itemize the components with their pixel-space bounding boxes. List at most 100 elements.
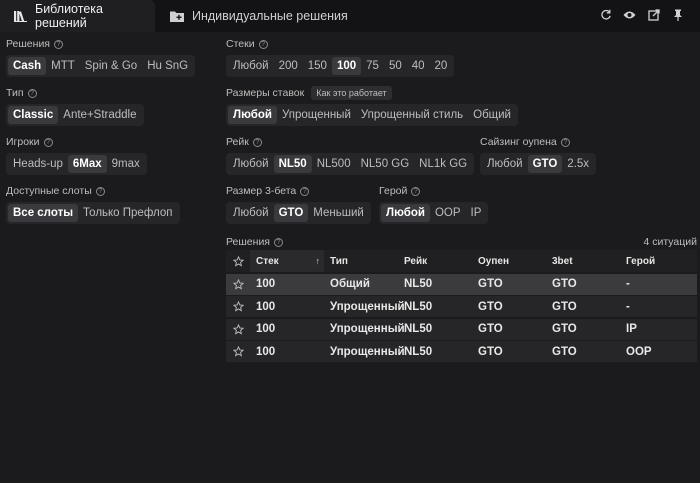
column-header-3bet[interactable]: 3bet bbox=[546, 256, 620, 267]
filter-type: Тип? Classic Ante+Straddle bbox=[6, 87, 144, 126]
help-icon[interactable]: ? bbox=[300, 186, 310, 196]
column-header-rake[interactable]: Рейк bbox=[398, 256, 472, 267]
filter-players: Игроки? Heads-up 6Max 9max bbox=[6, 136, 147, 175]
stacks-segmented-control: Любой 200 150 100 75 50 40 20 bbox=[226, 55, 455, 77]
option-mtt[interactable]: MTT bbox=[46, 57, 80, 75]
star-icon[interactable] bbox=[226, 255, 250, 267]
help-icon[interactable]: ? bbox=[274, 237, 283, 247]
cell-rake: NL50 bbox=[404, 278, 433, 290]
column-header-type[interactable]: Тип bbox=[324, 256, 398, 267]
help-icon[interactable]: ? bbox=[43, 137, 53, 147]
option-200[interactable]: 200 bbox=[274, 57, 303, 75]
star-icon[interactable] bbox=[226, 346, 250, 357]
table-row[interactable]: 100 Упрощенный NL50 GTO GTO - bbox=[226, 296, 697, 317]
filter-label: Герой bbox=[379, 185, 408, 197]
tab-label: Библиотека решений bbox=[35, 2, 103, 30]
option-100[interactable]: 100 bbox=[331, 57, 362, 75]
option-nl500[interactable]: NL500 bbox=[312, 155, 356, 173]
help-icon[interactable]: ? bbox=[252, 137, 262, 147]
column-header-open[interactable]: Оупен bbox=[472, 256, 546, 267]
cell-open: GTO bbox=[478, 278, 503, 290]
star-icon[interactable] bbox=[226, 323, 250, 335]
option-6max[interactable]: 6Max bbox=[67, 155, 107, 173]
option-2-5x[interactable]: 2.5x bbox=[562, 155, 594, 173]
option-any[interactable]: Любой bbox=[228, 155, 274, 173]
option-any[interactable]: Любой bbox=[228, 106, 277, 124]
cell-open: GTO bbox=[478, 300, 503, 313]
option-9max[interactable]: 9max bbox=[107, 155, 145, 173]
option-any[interactable]: Любой bbox=[381, 204, 430, 222]
option-spin-go[interactable]: Spin & Go bbox=[80, 57, 142, 75]
help-icon[interactable]: ? bbox=[27, 88, 37, 98]
option-heads-up[interactable]: Heads-up bbox=[8, 155, 68, 173]
tab-solution-library[interactable]: Библиотека решений bbox=[0, 0, 155, 32]
pin-icon[interactable] bbox=[671, 8, 684, 22]
cell-open: GTO bbox=[478, 345, 503, 358]
filter-label: Сайзинг оупена bbox=[480, 136, 557, 148]
star-icon[interactable] bbox=[226, 301, 250, 312]
option-hu-sng[interactable]: Hu SnG bbox=[142, 57, 193, 75]
filter-label: Рейк bbox=[226, 136, 249, 148]
help-icon[interactable]: ? bbox=[411, 186, 421, 196]
option-classic[interactable]: Classic bbox=[8, 106, 59, 124]
table-row[interactable]: 100 Упрощенный NL50 GTO GTO OOP bbox=[226, 341, 697, 362]
option-general[interactable]: Общий bbox=[468, 106, 516, 124]
refresh-icon[interactable] bbox=[599, 8, 612, 22]
option-nl1k-gg[interactable]: NL1k GG bbox=[414, 155, 472, 173]
library-icon bbox=[14, 10, 27, 22]
column-header-hero[interactable]: Герой bbox=[620, 256, 697, 267]
table-row[interactable]: 100 Упрощенный NL50 GTO GTO IP bbox=[226, 318, 697, 340]
help-icon[interactable]: ? bbox=[258, 39, 268, 49]
option-simplified-style[interactable]: Упрощенный стиль bbox=[356, 106, 468, 124]
cell-3bet: GTO bbox=[552, 345, 577, 358]
folder-plus-icon bbox=[170, 10, 184, 22]
cell-stack: 100 bbox=[256, 300, 276, 313]
cell-rake: NL50 bbox=[404, 323, 433, 335]
cell-rake: NL50 bbox=[404, 300, 433, 313]
help-icon[interactable]: ? bbox=[54, 39, 63, 49]
eye-icon[interactable] bbox=[623, 8, 636, 22]
option-nl50-gg[interactable]: NL50 GG bbox=[356, 155, 415, 173]
option-ante-straddle[interactable]: Ante+Straddle bbox=[58, 106, 141, 124]
option-any[interactable]: Любой bbox=[228, 57, 274, 75]
option-preflop-only[interactable]: Только Префлоп bbox=[78, 204, 177, 222]
option-gto[interactable]: GTO bbox=[273, 204, 309, 222]
option-cash[interactable]: Cash bbox=[8, 57, 47, 75]
option-nl50[interactable]: NL50 bbox=[273, 155, 312, 173]
help-icon[interactable]: ? bbox=[560, 137, 570, 147]
option-75[interactable]: 75 bbox=[361, 57, 384, 75]
option-smaller[interactable]: Меньший bbox=[308, 204, 369, 222]
option-gto[interactable]: GTO bbox=[527, 155, 563, 173]
star-icon[interactable] bbox=[226, 278, 250, 290]
option-150[interactable]: 150 bbox=[303, 57, 332, 75]
cell-rake: NL50 bbox=[404, 345, 433, 358]
option-20[interactable]: 20 bbox=[430, 57, 453, 75]
filter-hero: Герой? Любой OOP IP bbox=[379, 185, 489, 224]
filter-bet-sizes: Размеры ставок Как это работает Любой Упр… bbox=[226, 86, 518, 126]
tab-custom-solutions[interactable]: Индивидуальные решения bbox=[170, 0, 348, 32]
option-40[interactable]: 40 bbox=[407, 57, 430, 75]
type-segmented-control: Classic Ante+Straddle bbox=[6, 104, 144, 126]
option-all-slots[interactable]: Все слоты bbox=[8, 204, 79, 222]
cell-stack: 100 bbox=[256, 323, 276, 335]
open-sizing-segmented-control: Любой GTO 2.5x bbox=[480, 153, 597, 175]
option-ip[interactable]: IP bbox=[466, 204, 487, 222]
filter-label: Размеры ставок bbox=[226, 87, 305, 99]
how-it-works-badge[interactable]: Как это работает bbox=[311, 86, 392, 100]
external-link-icon[interactable] bbox=[647, 8, 660, 22]
filter-label: Стеки bbox=[226, 38, 255, 50]
results-table: Стек ↑ Тип Рейк Оупен 3bet Герой 100 Общ… bbox=[226, 250, 697, 362]
option-50[interactable]: 50 bbox=[384, 57, 407, 75]
solutions-segmented-control: Cash MTT Spin & Go Hu SnG bbox=[6, 55, 196, 77]
cell-open: GTO bbox=[478, 323, 503, 335]
table-row[interactable]: 100 Общий NL50 GTO GTO - bbox=[226, 273, 697, 295]
tab-label: Индивидуальные решения bbox=[192, 9, 348, 23]
hero-segmented-control: Любой OOP IP bbox=[379, 202, 489, 224]
option-any[interactable]: Любой bbox=[482, 155, 528, 173]
cell-type: Упрощенный bbox=[330, 323, 405, 335]
option-any[interactable]: Любой bbox=[228, 204, 274, 222]
help-icon[interactable]: ? bbox=[95, 186, 105, 196]
option-oop[interactable]: OOP bbox=[430, 204, 466, 222]
option-simplified[interactable]: Упрощенный bbox=[277, 106, 356, 124]
column-header-stack[interactable]: Стек ↑ bbox=[250, 250, 324, 272]
